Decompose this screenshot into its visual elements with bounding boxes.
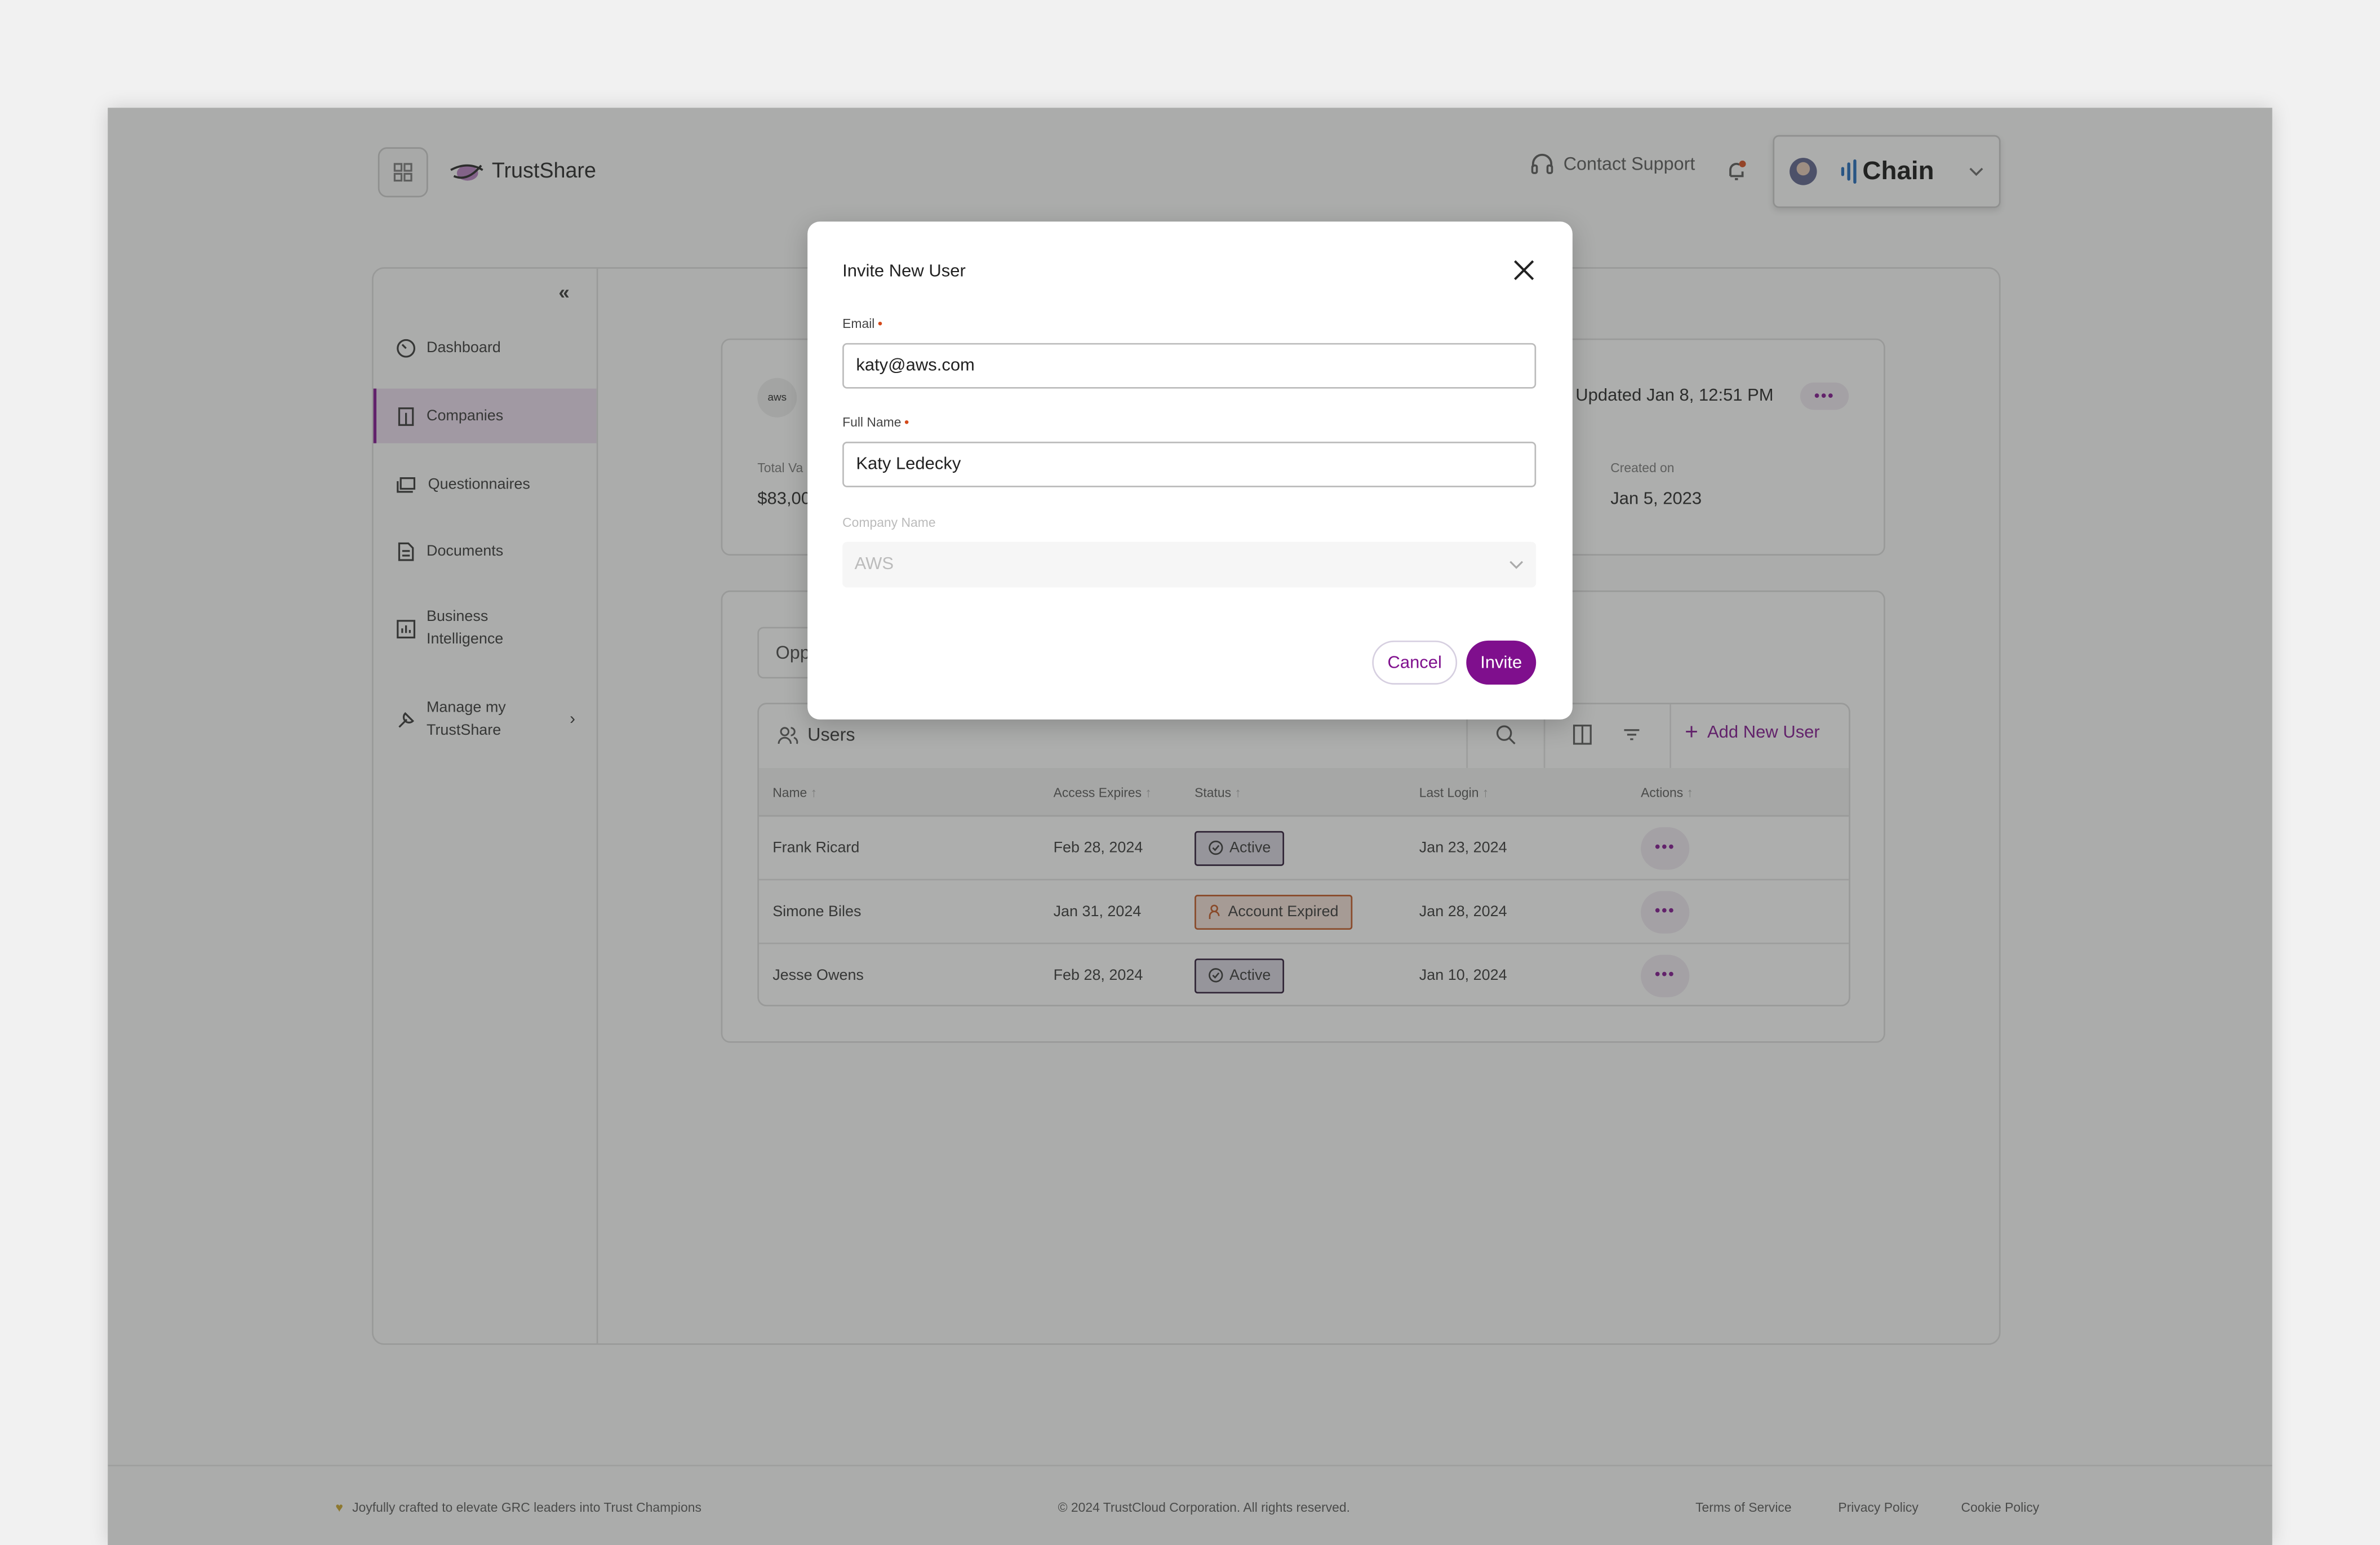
- email-field[interactable]: [842, 343, 1537, 389]
- email-label: Email •: [842, 316, 883, 331]
- full-name-field[interactable]: [842, 441, 1537, 487]
- chevron-down-icon: [1509, 560, 1524, 569]
- invite-button[interactable]: Invite: [1466, 640, 1537, 685]
- invite-user-modal: Invite New User Email• Full Name• Compan…: [807, 221, 1573, 720]
- modal-title: Invite New User: [842, 263, 966, 281]
- company-name-value: AWS: [854, 555, 894, 574]
- company-name-label: Company Name: [842, 514, 936, 530]
- close-icon[interactable]: [1513, 260, 1535, 281]
- full-name-label: Full Name •: [842, 414, 909, 430]
- company-name-select[interactable]: AWS: [842, 541, 1537, 588]
- cancel-button[interactable]: Cancel: [1372, 640, 1458, 685]
